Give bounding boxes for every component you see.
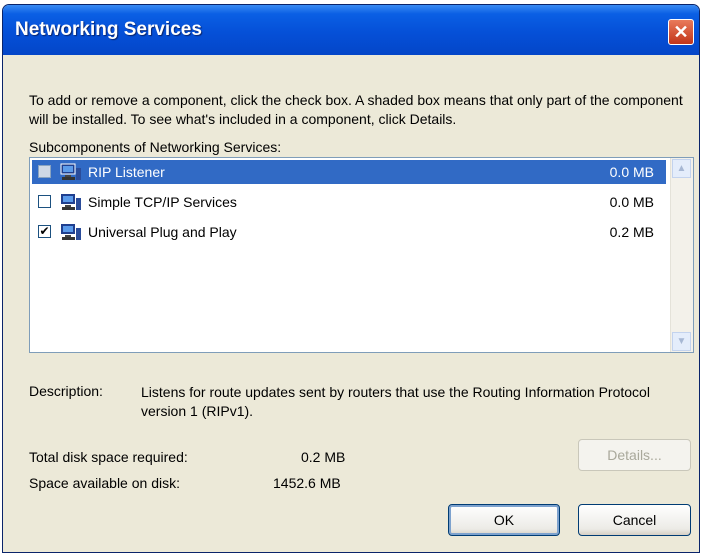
chevron-up-icon: ▲	[676, 163, 687, 174]
checkbox-universal-plug-and-play[interactable]: ✔	[38, 225, 51, 238]
ok-button[interactable]: OK	[448, 504, 560, 536]
checkbox-simple-tcpip[interactable]	[38, 195, 51, 208]
close-icon: ✕	[673, 22, 689, 42]
checkmark-icon: ✔	[39, 224, 50, 238]
list-scrollbar[interactable]: ▲ ▼	[670, 158, 693, 352]
component-size: 0.2 MB	[609, 224, 654, 240]
list-item-rip-listener[interactable]: RIP Listener 0.0 MB	[32, 160, 666, 184]
network-computer-icon	[61, 194, 81, 210]
scroll-down-button[interactable]: ▼	[672, 332, 691, 351]
intro-text: To add or remove a component, click the …	[29, 92, 683, 127]
checkbox-rip-listener[interactable]	[38, 165, 51, 178]
description-label: Description:	[29, 383, 103, 399]
component-size: 0.0 MB	[609, 194, 654, 210]
available-space-value: 1452.6 MB	[273, 475, 341, 491]
component-size: 0.0 MB	[609, 164, 654, 180]
networking-services-dialog: Networking Services ✕ To add or remove a…	[2, 4, 700, 553]
details-button[interactable]: Details...	[578, 439, 691, 471]
list-item-universal-plug-and-play[interactable]: ✔ Universal Plug and Play 0.2 MB	[32, 220, 666, 244]
available-space-label: Space available on disk:	[29, 475, 180, 491]
component-name: Universal Plug and Play	[88, 224, 237, 240]
subcomponents-label: Subcomponents of Networking Services:	[29, 139, 282, 155]
list-item-simple-tcpip[interactable]: Simple TCP/IP Services 0.0 MB	[32, 190, 666, 214]
scroll-up-button[interactable]: ▲	[672, 159, 691, 178]
description-text: Listens for route updates sent by router…	[141, 384, 650, 419]
subcomponents-list[interactable]: RIP Listener 0.0 MB Simple TCP/IP Servic…	[29, 157, 694, 353]
title-bar[interactable]: Networking Services ✕	[3, 5, 699, 55]
dialog-title: Networking Services	[15, 19, 202, 40]
required-space-value: 0.2 MB	[301, 449, 346, 465]
chevron-down-icon: ▼	[676, 336, 687, 347]
required-space-label: Total disk space required:	[29, 449, 188, 465]
cancel-button[interactable]: Cancel	[578, 504, 691, 536]
network-computer-icon	[60, 163, 81, 180]
network-computer-icon	[61, 224, 81, 240]
close-button[interactable]: ✕	[668, 19, 694, 45]
component-name: Simple TCP/IP Services	[88, 194, 237, 210]
component-name: RIP Listener	[88, 164, 165, 180]
